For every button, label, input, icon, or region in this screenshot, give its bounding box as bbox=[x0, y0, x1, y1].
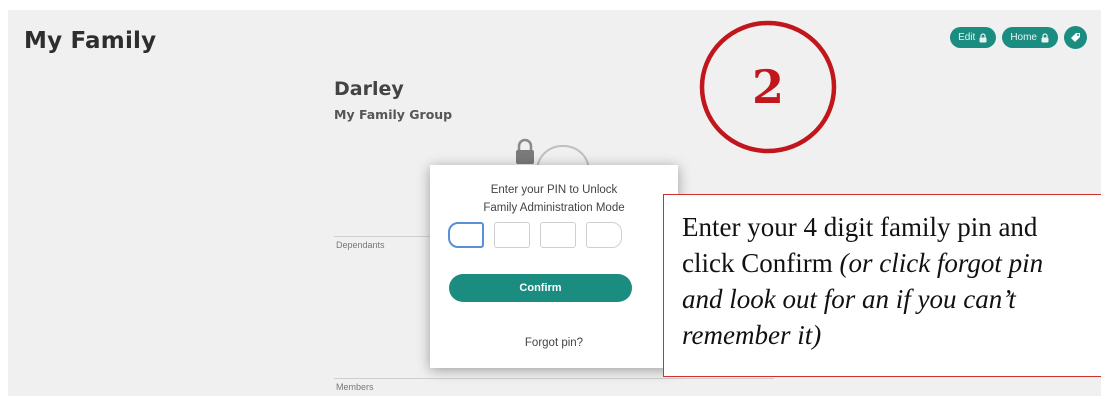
header-actions: Edit Home bbox=[950, 26, 1087, 49]
step-number: 2 bbox=[751, 60, 784, 114]
pin-digit-4[interactable] bbox=[586, 222, 622, 248]
lock-icon bbox=[1041, 32, 1049, 42]
tag-button[interactable] bbox=[1064, 26, 1087, 49]
tag-icon bbox=[1071, 33, 1080, 42]
home-button-label: Home bbox=[1010, 32, 1037, 43]
pin-input-group bbox=[448, 222, 622, 248]
family-group-subtitle: My Family Group bbox=[334, 107, 453, 122]
padlock-icon bbox=[516, 138, 534, 164]
section-divider bbox=[334, 378, 774, 379]
pin-digit-2[interactable] bbox=[494, 222, 530, 248]
pin-digit-3[interactable] bbox=[540, 222, 576, 248]
edit-button-label: Edit bbox=[958, 32, 976, 43]
page-title: My Family bbox=[24, 28, 157, 54]
pin-digit-1[interactable] bbox=[448, 222, 484, 248]
dependants-section-label: Dependants bbox=[336, 240, 385, 250]
forgot-pin-link[interactable]: Forgot pin? bbox=[430, 337, 678, 349]
pin-prompt: Enter your PIN to Unlock Family Administ… bbox=[483, 184, 625, 214]
members-section-label: Members bbox=[336, 382, 374, 392]
edit-button[interactable]: Edit bbox=[950, 27, 997, 48]
app-background: My Family Edit Home Darley My Family Gro… bbox=[8, 10, 1101, 396]
confirm-button[interactable]: Confirm bbox=[449, 274, 632, 302]
family-group-name: Darley bbox=[334, 78, 404, 100]
instruction-callout: Enter your 4 digit family pin and click … bbox=[663, 194, 1101, 377]
pin-dialog: Enter your PIN to Unlock Family Administ… bbox=[430, 165, 678, 368]
home-button[interactable]: Home bbox=[1002, 27, 1058, 48]
lock-icon bbox=[979, 32, 987, 42]
